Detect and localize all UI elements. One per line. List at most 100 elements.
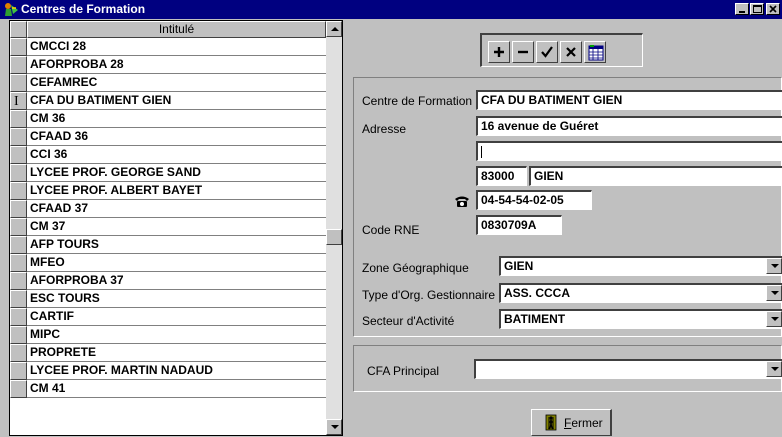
intitule-cell[interactable]: AFP TOURS	[27, 236, 326, 254]
table-row[interactable]: CEFAMREC	[10, 74, 326, 92]
column-header-intitule[interactable]: Intitulé	[27, 21, 326, 38]
intitule-cell[interactable]: LYCEE PROF. ALBERT BAYET	[27, 182, 326, 200]
close-button[interactable]	[766, 3, 780, 15]
centre-field[interactable]: CFA DU BATIMENT GIEN	[476, 90, 782, 110]
row-indicator[interactable]	[10, 290, 27, 308]
table-row[interactable]: ESC TOURS	[10, 290, 326, 308]
intitule-cell[interactable]: MFEO	[27, 254, 326, 272]
table-row[interactable]: CM 41	[10, 380, 326, 398]
title-bar[interactable]: Centres de Formation	[0, 0, 782, 19]
cancel-record-button[interactable]	[560, 41, 582, 63]
table-row[interactable]: LYCEE PROF. GEORGE SAND	[10, 164, 326, 182]
table-row[interactable]: CM 36	[10, 110, 326, 128]
intitule-cell[interactable]: ESC TOURS	[27, 290, 326, 308]
secteur-dropdown-button[interactable]	[766, 311, 782, 327]
row-indicator[interactable]	[10, 200, 27, 218]
table-view-button[interactable]	[584, 41, 606, 63]
city-field[interactable]: GIEN	[529, 166, 782, 186]
row-indicator[interactable]	[10, 272, 27, 290]
chevron-down-icon	[771, 317, 779, 321]
grid-header: Intitulé	[10, 21, 326, 38]
intitule-cell[interactable]: CFAAD 37	[27, 200, 326, 218]
app-icon	[5, 3, 18, 16]
row-indicator[interactable]	[10, 38, 27, 56]
confirm-record-button[interactable]	[536, 41, 558, 63]
cfa-principal-select[interactable]	[474, 359, 782, 379]
table-row[interactable]: PROPRETE	[10, 344, 326, 362]
type-org-select[interactable]: ASS. CCCA	[499, 283, 782, 303]
type-org-dropdown-button[interactable]	[766, 285, 782, 301]
row-indicator[interactable]	[10, 254, 27, 272]
intitule-cell[interactable]: CMCCI 28	[27, 38, 326, 56]
table-row[interactable]: LYCEE PROF. MARTIN NADAUD	[10, 362, 326, 380]
phone-field[interactable]: 04-54-54-02-05	[476, 190, 592, 210]
table-row[interactable]: AFP TOURS	[10, 236, 326, 254]
intitule-cell[interactable]: CM 36	[27, 110, 326, 128]
intitule-cell[interactable]: PROPRETE	[27, 344, 326, 362]
scroll-down-button[interactable]	[326, 419, 342, 435]
rne-field[interactable]: 0830709A	[476, 215, 562, 235]
intitule-cell[interactable]: CCI 36	[27, 146, 326, 164]
secteur-select-value: BATIMENT	[504, 312, 566, 326]
table-row[interactable]: CM 37	[10, 218, 326, 236]
table-row[interactable]: CFAAD 37	[10, 200, 326, 218]
intitule-cell[interactable]: CFA DU BATIMENT GIEN	[27, 92, 326, 110]
table-row[interactable]: CFAAD 36	[10, 128, 326, 146]
row-indicator[interactable]	[10, 344, 27, 362]
row-indicator[interactable]	[10, 218, 27, 236]
cfa-principal-dropdown-button[interactable]	[766, 361, 782, 377]
intitule-cell[interactable]: CFAAD 36	[27, 128, 326, 146]
row-indicator[interactable]	[10, 146, 27, 164]
delete-record-button[interactable]	[512, 41, 534, 63]
table-row[interactable]: CMCCI 28	[10, 38, 326, 56]
scroll-up-button[interactable]	[326, 21, 342, 37]
scroll-thumb[interactable]	[326, 229, 342, 245]
table-row[interactable]: LYCEE PROF. ALBERT BAYET	[10, 182, 326, 200]
row-indicator[interactable]	[10, 56, 27, 74]
intitule-cell[interactable]: LYCEE PROF. MARTIN NADAUD	[27, 362, 326, 380]
row-indicator[interactable]	[10, 164, 27, 182]
row-indicator[interactable]	[10, 380, 27, 398]
table-row[interactable]: CARTIF	[10, 308, 326, 326]
adresse-label: Adresse	[362, 122, 407, 136]
add-record-button[interactable]	[488, 41, 510, 63]
rne-label: Code RNE	[362, 223, 420, 237]
intitule-cell[interactable]: CEFAMREC	[27, 74, 326, 92]
zone-select[interactable]: GIEN	[499, 256, 782, 276]
zone-dropdown-button[interactable]	[766, 258, 782, 274]
table-row[interactable]: AFORPROBA 28	[10, 56, 326, 74]
postal-code-field[interactable]: 83000	[476, 166, 527, 186]
intitule-cell[interactable]: AFORPROBA 37	[27, 272, 326, 290]
adresse-line1-field[interactable]: 16 avenue de Guéret	[476, 116, 782, 136]
table-row[interactable]: MIPC	[10, 326, 326, 344]
row-indicator[interactable]	[10, 326, 27, 344]
intitule-cell[interactable]: CM 37	[27, 218, 326, 236]
intitule-cell[interactable]: CARTIF	[27, 308, 326, 326]
grid-vertical-scrollbar[interactable]	[326, 21, 342, 435]
minimize-button[interactable]	[735, 3, 749, 15]
row-indicator[interactable]: I	[10, 92, 27, 110]
intitule-cell[interactable]: CM 41	[27, 380, 326, 398]
intitule-cell[interactable]: MIPC	[27, 326, 326, 344]
row-indicator[interactable]	[10, 308, 27, 326]
zone-label: Zone Géographique	[362, 261, 469, 275]
secteur-select[interactable]: BATIMENT	[499, 309, 782, 329]
adresse-line2-field[interactable]	[476, 141, 782, 161]
table-row[interactable]: MFEO	[10, 254, 326, 272]
row-indicator[interactable]	[10, 74, 27, 92]
row-indicator[interactable]	[10, 128, 27, 146]
intitule-cell[interactable]: AFORPROBA 28	[27, 56, 326, 74]
type-org-label: Type d'Org. Gestionnaire	[362, 288, 496, 302]
centres-grid[interactable]: Intitulé CMCCI 28 AFORPROBA 28 CEFAMREC I CF…	[9, 20, 343, 436]
maximize-button[interactable]	[750, 3, 764, 15]
close-icon	[769, 5, 777, 13]
table-row[interactable]: CCI 36	[10, 146, 326, 164]
row-indicator[interactable]	[10, 362, 27, 380]
row-indicator[interactable]	[10, 182, 27, 200]
table-row[interactable]: I CFA DU BATIMENT GIEN	[10, 92, 326, 110]
fermer-button[interactable]: Fermer	[531, 409, 612, 436]
intitule-cell[interactable]: LYCEE PROF. GEORGE SAND	[27, 164, 326, 182]
row-indicator[interactable]	[10, 236, 27, 254]
table-row[interactable]: AFORPROBA 37	[10, 272, 326, 290]
row-indicator[interactable]	[10, 110, 27, 128]
